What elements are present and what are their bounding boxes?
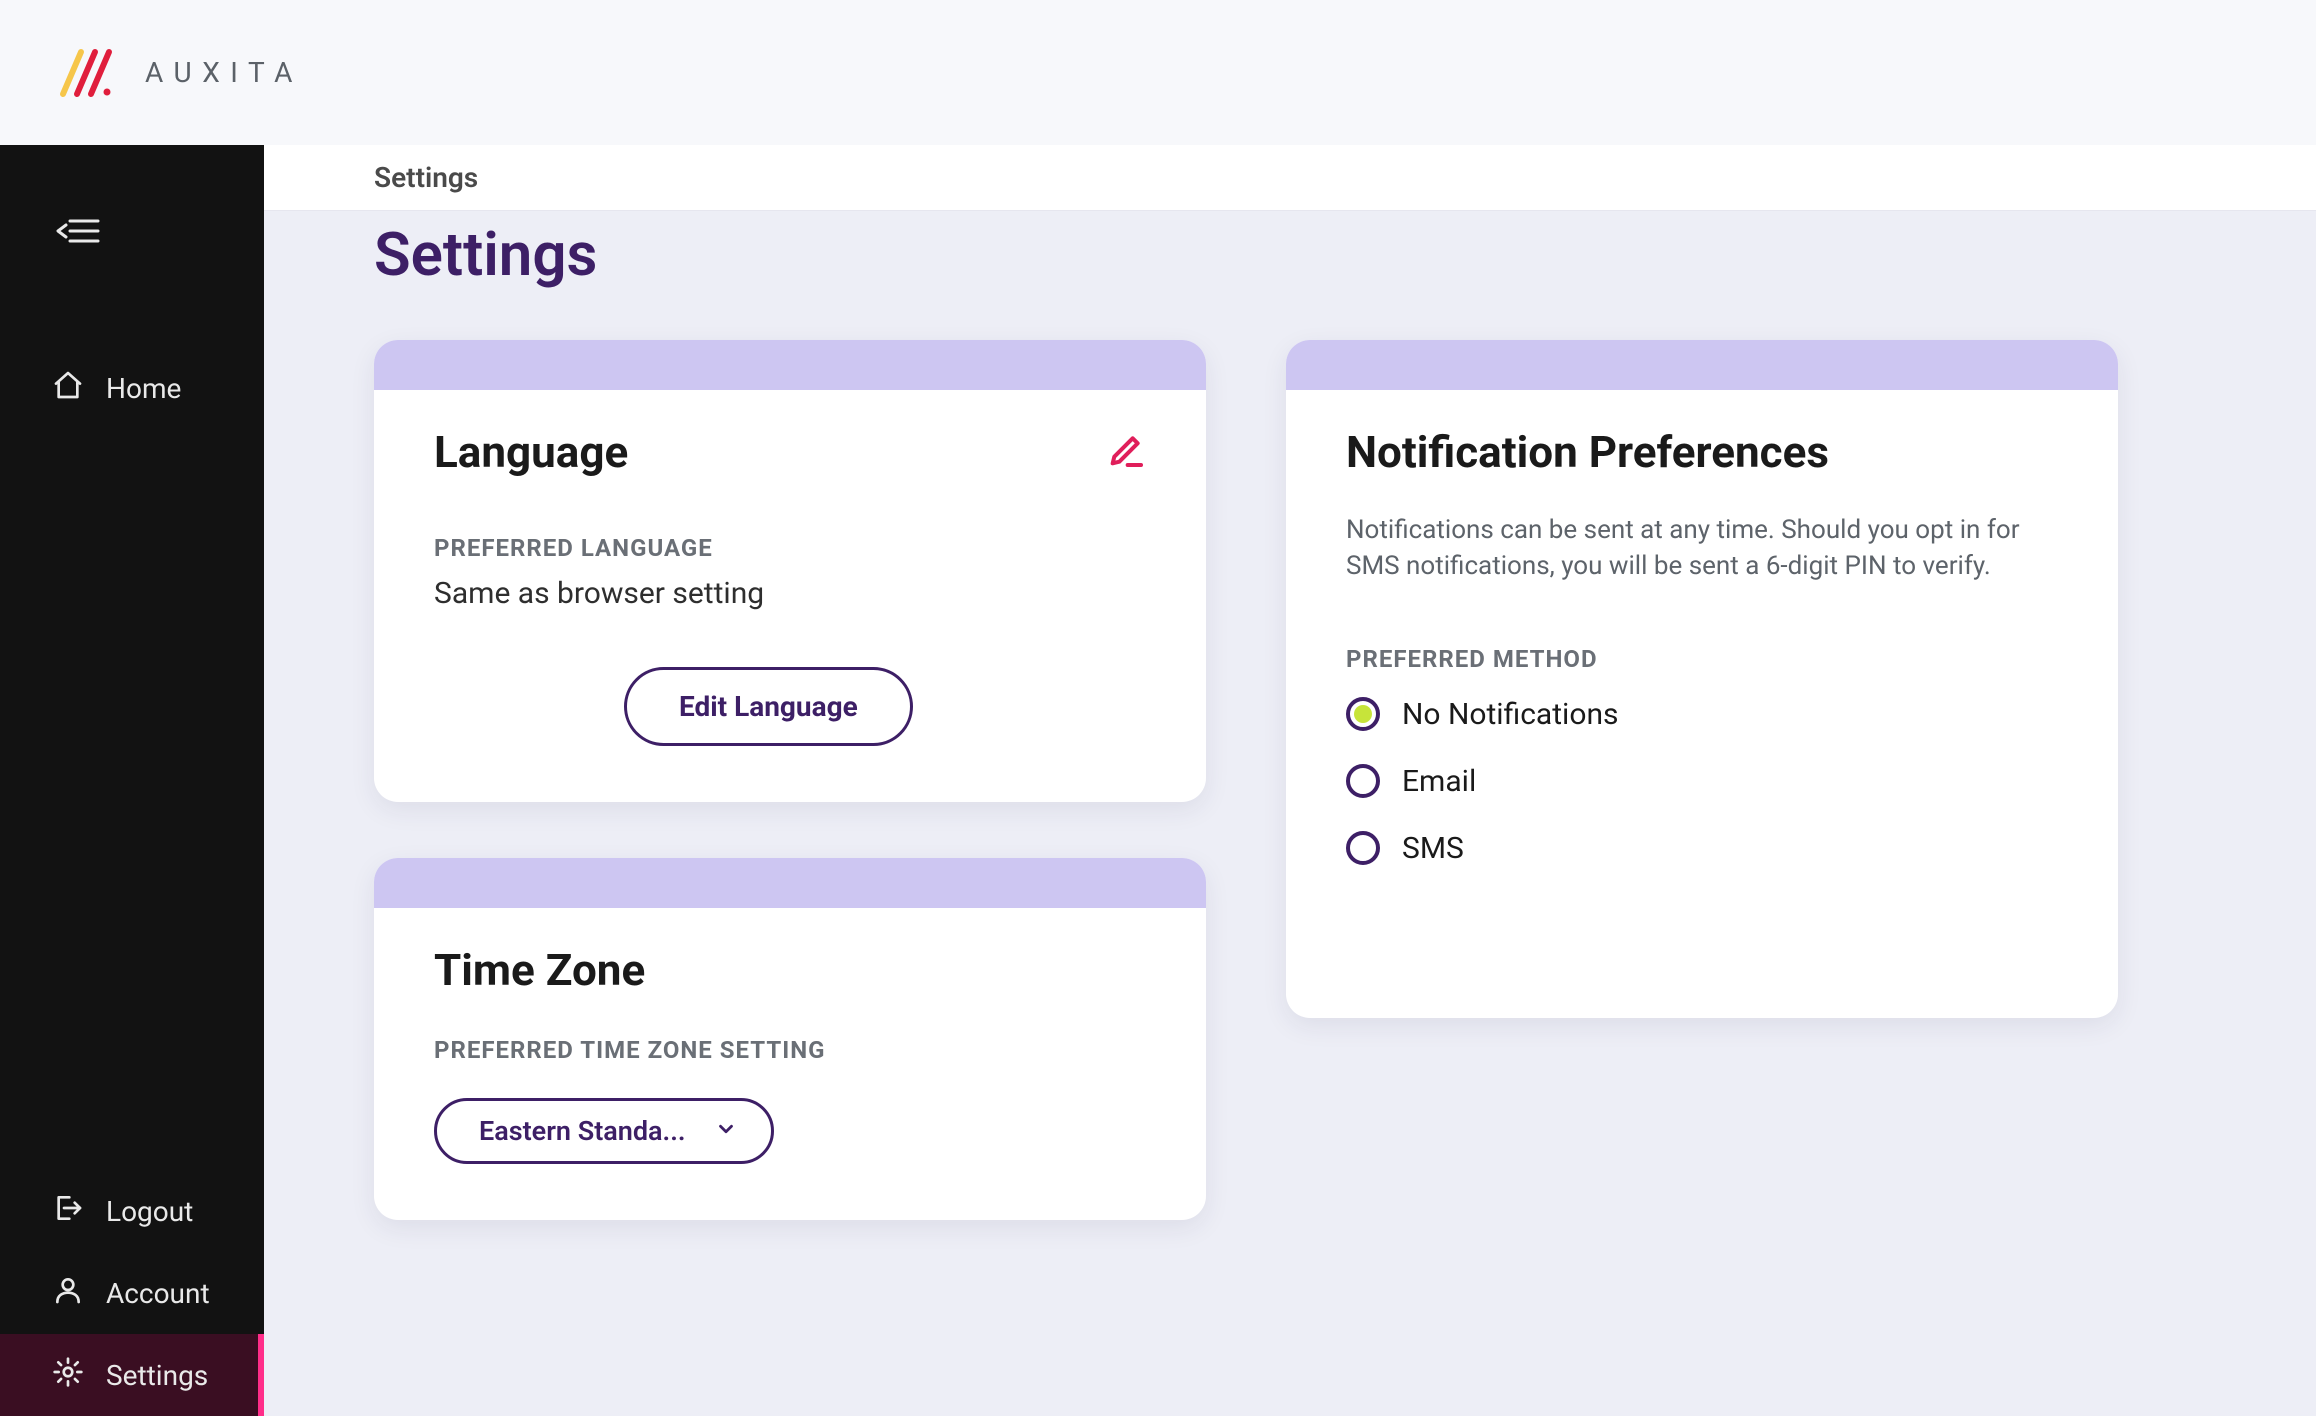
language-card: Language PR <box>374 340 1206 802</box>
sidebar-item-home[interactable]: Home <box>0 347 264 429</box>
timezone-subheading: PREFERRED TIME ZONE SETTING <box>434 1036 1146 1064</box>
edit-language-button[interactable]: Edit Language <box>624 667 913 746</box>
radio-icon <box>1346 831 1380 865</box>
brand-mark-icon <box>55 48 119 98</box>
sidebar-item-label: Home <box>106 372 181 405</box>
timezone-card: Time Zone PREFERRED TIME ZONE SETTING Ea… <box>374 858 1206 1220</box>
breadcrumb-text: Settings <box>374 161 478 194</box>
page-title: Settings <box>374 219 2206 290</box>
account-icon <box>52 1274 84 1313</box>
radio-icon <box>1346 697 1380 731</box>
collapse-icon <box>56 216 100 246</box>
notification-option-sms[interactable]: SMS <box>1346 831 2058 866</box>
sidebar-item-label: Account <box>106 1277 210 1310</box>
content: Settings Settings Language <box>264 145 2316 1416</box>
card-accent <box>1286 340 2118 390</box>
sidebar-item-label: Logout <box>106 1195 193 1228</box>
timezone-selected-value: Eastern Standa... <box>479 1115 686 1147</box>
language-value: Same as browser setting <box>434 576 1146 611</box>
sidebar-item-settings[interactable]: Settings <box>0 1334 264 1416</box>
notification-option-label: Email <box>1402 764 1476 799</box>
sidebar-item-logout[interactable]: Logout <box>0 1170 264 1252</box>
notifications-card: Notification Preferences Notifications c… <box>1286 340 2118 1018</box>
home-icon <box>52 369 84 408</box>
notification-option-none[interactable]: No Notifications <box>1346 697 2058 732</box>
logout-icon <box>52 1192 84 1231</box>
notification-option-label: SMS <box>1402 831 1464 866</box>
notifications-card-title: Notification Preferences <box>1346 426 1829 478</box>
radio-icon <box>1346 764 1380 798</box>
sidebar: Home Logout Account <box>0 145 264 1416</box>
brand-logo: AUXITA <box>55 48 303 98</box>
timezone-select[interactable]: Eastern Standa... <box>434 1098 774 1164</box>
card-accent <box>374 340 1206 390</box>
notifications-subheading: PREFERRED METHOD <box>1346 645 2058 673</box>
chevron-down-icon <box>715 1115 737 1147</box>
card-accent <box>374 858 1206 908</box>
notifications-description: Notifications can be sent at any time. S… <box>1346 512 2058 585</box>
sidebar-item-account[interactable]: Account <box>0 1252 264 1334</box>
language-subheading: PREFERRED LANGUAGE <box>434 534 1146 562</box>
sidebar-item-label: Settings <box>106 1359 208 1392</box>
notification-option-email[interactable]: Email <box>1346 764 2058 799</box>
gear-icon <box>52 1356 84 1395</box>
breadcrumb: Settings <box>264 145 2316 211</box>
brand-name: AUXITA <box>145 56 303 89</box>
edit-icon <box>1106 455 1146 474</box>
brand-bar: AUXITA <box>0 0 2316 145</box>
notification-option-label: No Notifications <box>1402 697 1619 732</box>
timezone-card-title: Time Zone <box>434 944 645 996</box>
edit-language-icon-button[interactable] <box>1106 430 1146 474</box>
collapse-sidebar-button[interactable] <box>0 201 264 261</box>
language-card-title: Language <box>434 426 628 478</box>
